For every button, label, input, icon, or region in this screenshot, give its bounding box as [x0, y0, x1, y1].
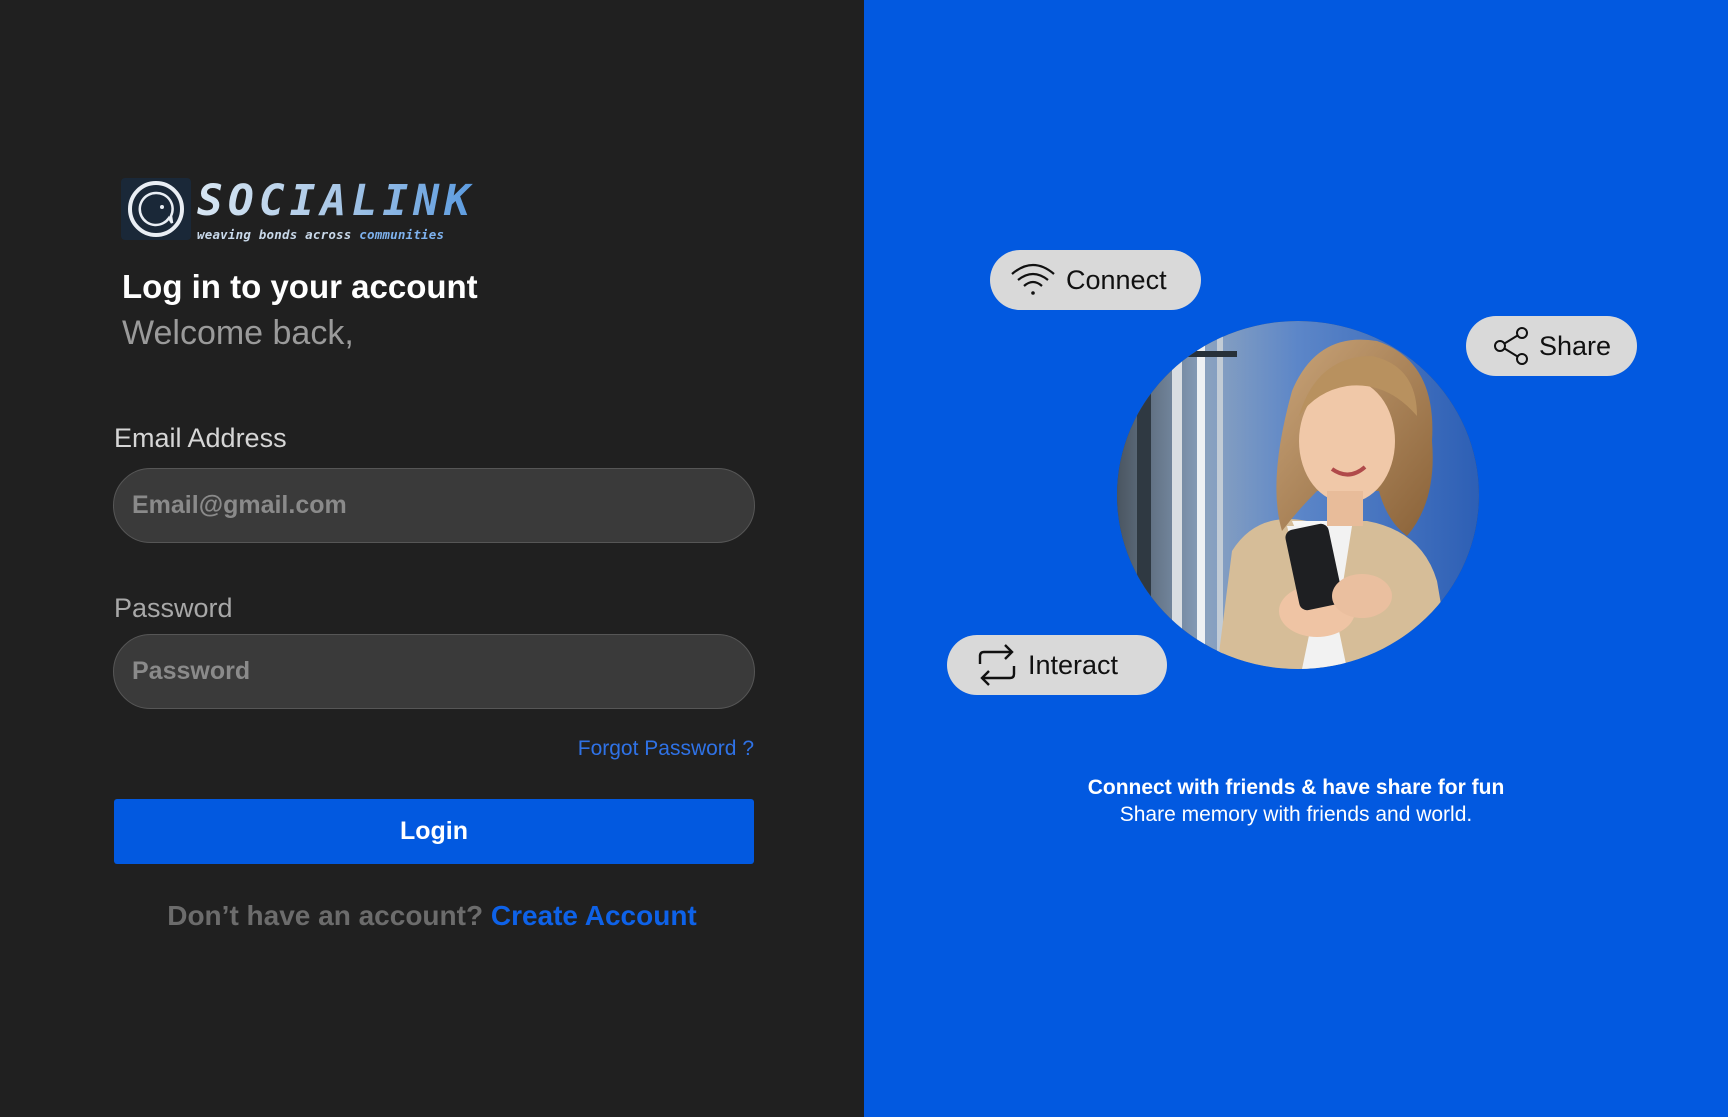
page-title: Log in to your account [122, 268, 478, 305]
brand-logo: SOCIALINK weaving bonds across communiti… [121, 178, 471, 242]
email-field[interactable] [113, 468, 755, 543]
repeat-arrows-icon [978, 644, 1016, 686]
brand-name: SOCIALINK [197, 176, 475, 226]
wifi-icon [1011, 263, 1055, 295]
interact-pill-label: Interact [1028, 649, 1119, 680]
hero-headline: Connect with friends & have share for fu… [1087, 776, 1505, 799]
share-icon [1494, 327, 1528, 365]
login-button[interactable]: Login [114, 799, 754, 864]
hero-photo [1117, 321, 1479, 669]
no-account-text: Don’t have an account? [167, 900, 491, 931]
hero-tagline: Connect with friends & have share for fu… [864, 774, 1728, 828]
signup-prompt: Don’t have an account? Create Account [0, 900, 864, 932]
email-label: Email Address [114, 423, 287, 453]
brand-tagline-accent: communities [359, 227, 445, 242]
connect-pill-label: Connect [1066, 264, 1167, 295]
password-label: Password [114, 593, 233, 623]
share-pill-label: Share [1539, 330, 1612, 361]
share-pill: Share [1466, 316, 1637, 376]
hero-subline: Share memory with friends and world. [1119, 803, 1473, 826]
brand-tagline-prefix: weaving bonds across [197, 227, 360, 242]
create-account-link[interactable]: Create Account [491, 900, 697, 931]
password-field[interactable] [113, 634, 755, 709]
connect-pill: Connect [990, 250, 1201, 310]
login-panel: SOCIALINK weaving bonds across communiti… [0, 0, 864, 1117]
chat-bubble-circle-icon [121, 178, 191, 240]
brand-tagline: weaving bonds across communities [197, 227, 444, 242]
interact-pill: Interact [947, 635, 1167, 695]
welcome-subtitle: Welcome back, [122, 314, 354, 352]
forgot-password-link[interactable]: Forgot Password ? [570, 737, 754, 761]
